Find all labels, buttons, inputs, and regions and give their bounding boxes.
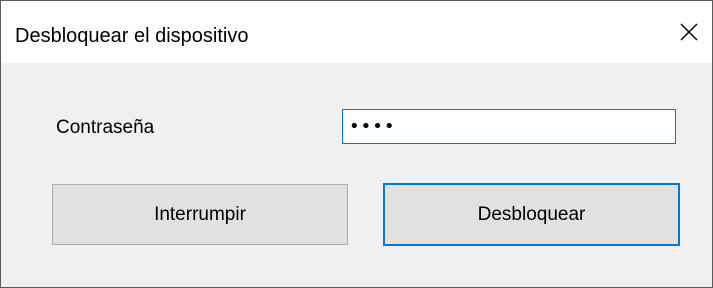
password-label: Contraseña	[56, 117, 155, 138]
title-bar: Desbloquear el dispositivo	[1, 1, 712, 63]
password-input[interactable]	[342, 109, 676, 144]
cancel-button-label: Interrumpir	[154, 203, 246, 225]
dialog-title: Desbloquear el dispositivo	[15, 25, 249, 47]
dialog-body: Contraseña Interrumpir Desbloquear	[1, 63, 712, 287]
cancel-button[interactable]: Interrumpir	[52, 184, 348, 245]
close-icon	[680, 23, 698, 41]
unlock-button[interactable]: Desbloquear	[383, 183, 680, 246]
close-button[interactable]	[666, 1, 712, 63]
unlock-button-label: Desbloquear	[477, 203, 586, 225]
unlock-device-dialog: Desbloquear el dispositivo Contraseña In…	[0, 0, 713, 288]
